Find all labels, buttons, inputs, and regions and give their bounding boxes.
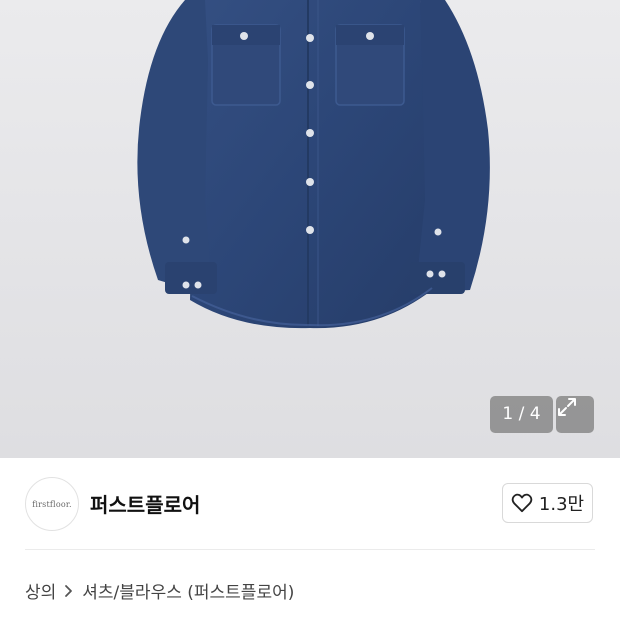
like-count: 1.3만 — [538, 494, 585, 515]
expand-arrows-icon — [558, 398, 576, 416]
breadcrumb-item-category[interactable]: 상의 — [25, 578, 56, 603]
like-button[interactable]: 1.3만 — [502, 483, 593, 523]
product-photo-denim-shirt — [137, 0, 490, 329]
image-counter: 1 / 4 — [490, 396, 553, 433]
expand-button[interactable] — [556, 396, 594, 433]
heart-outline-icon — [511, 493, 533, 513]
seller-logo[interactable]: firstfloor. — [25, 477, 79, 531]
breadcrumb: 상의 셔츠/블라우스 (퍼스트플로어) — [25, 578, 294, 603]
breadcrumb-item-subcategory[interactable]: 셔츠/블라우스 (퍼스트플로어) — [82, 578, 294, 603]
divider — [25, 549, 595, 550]
seller-name[interactable]: 퍼스트플로어 — [90, 489, 200, 518]
chevron-right-icon — [64, 584, 74, 598]
seller-logo-text: firstfloor. — [32, 499, 72, 509]
product-image-gallery[interactable]: 1 / 4 — [0, 0, 620, 458]
